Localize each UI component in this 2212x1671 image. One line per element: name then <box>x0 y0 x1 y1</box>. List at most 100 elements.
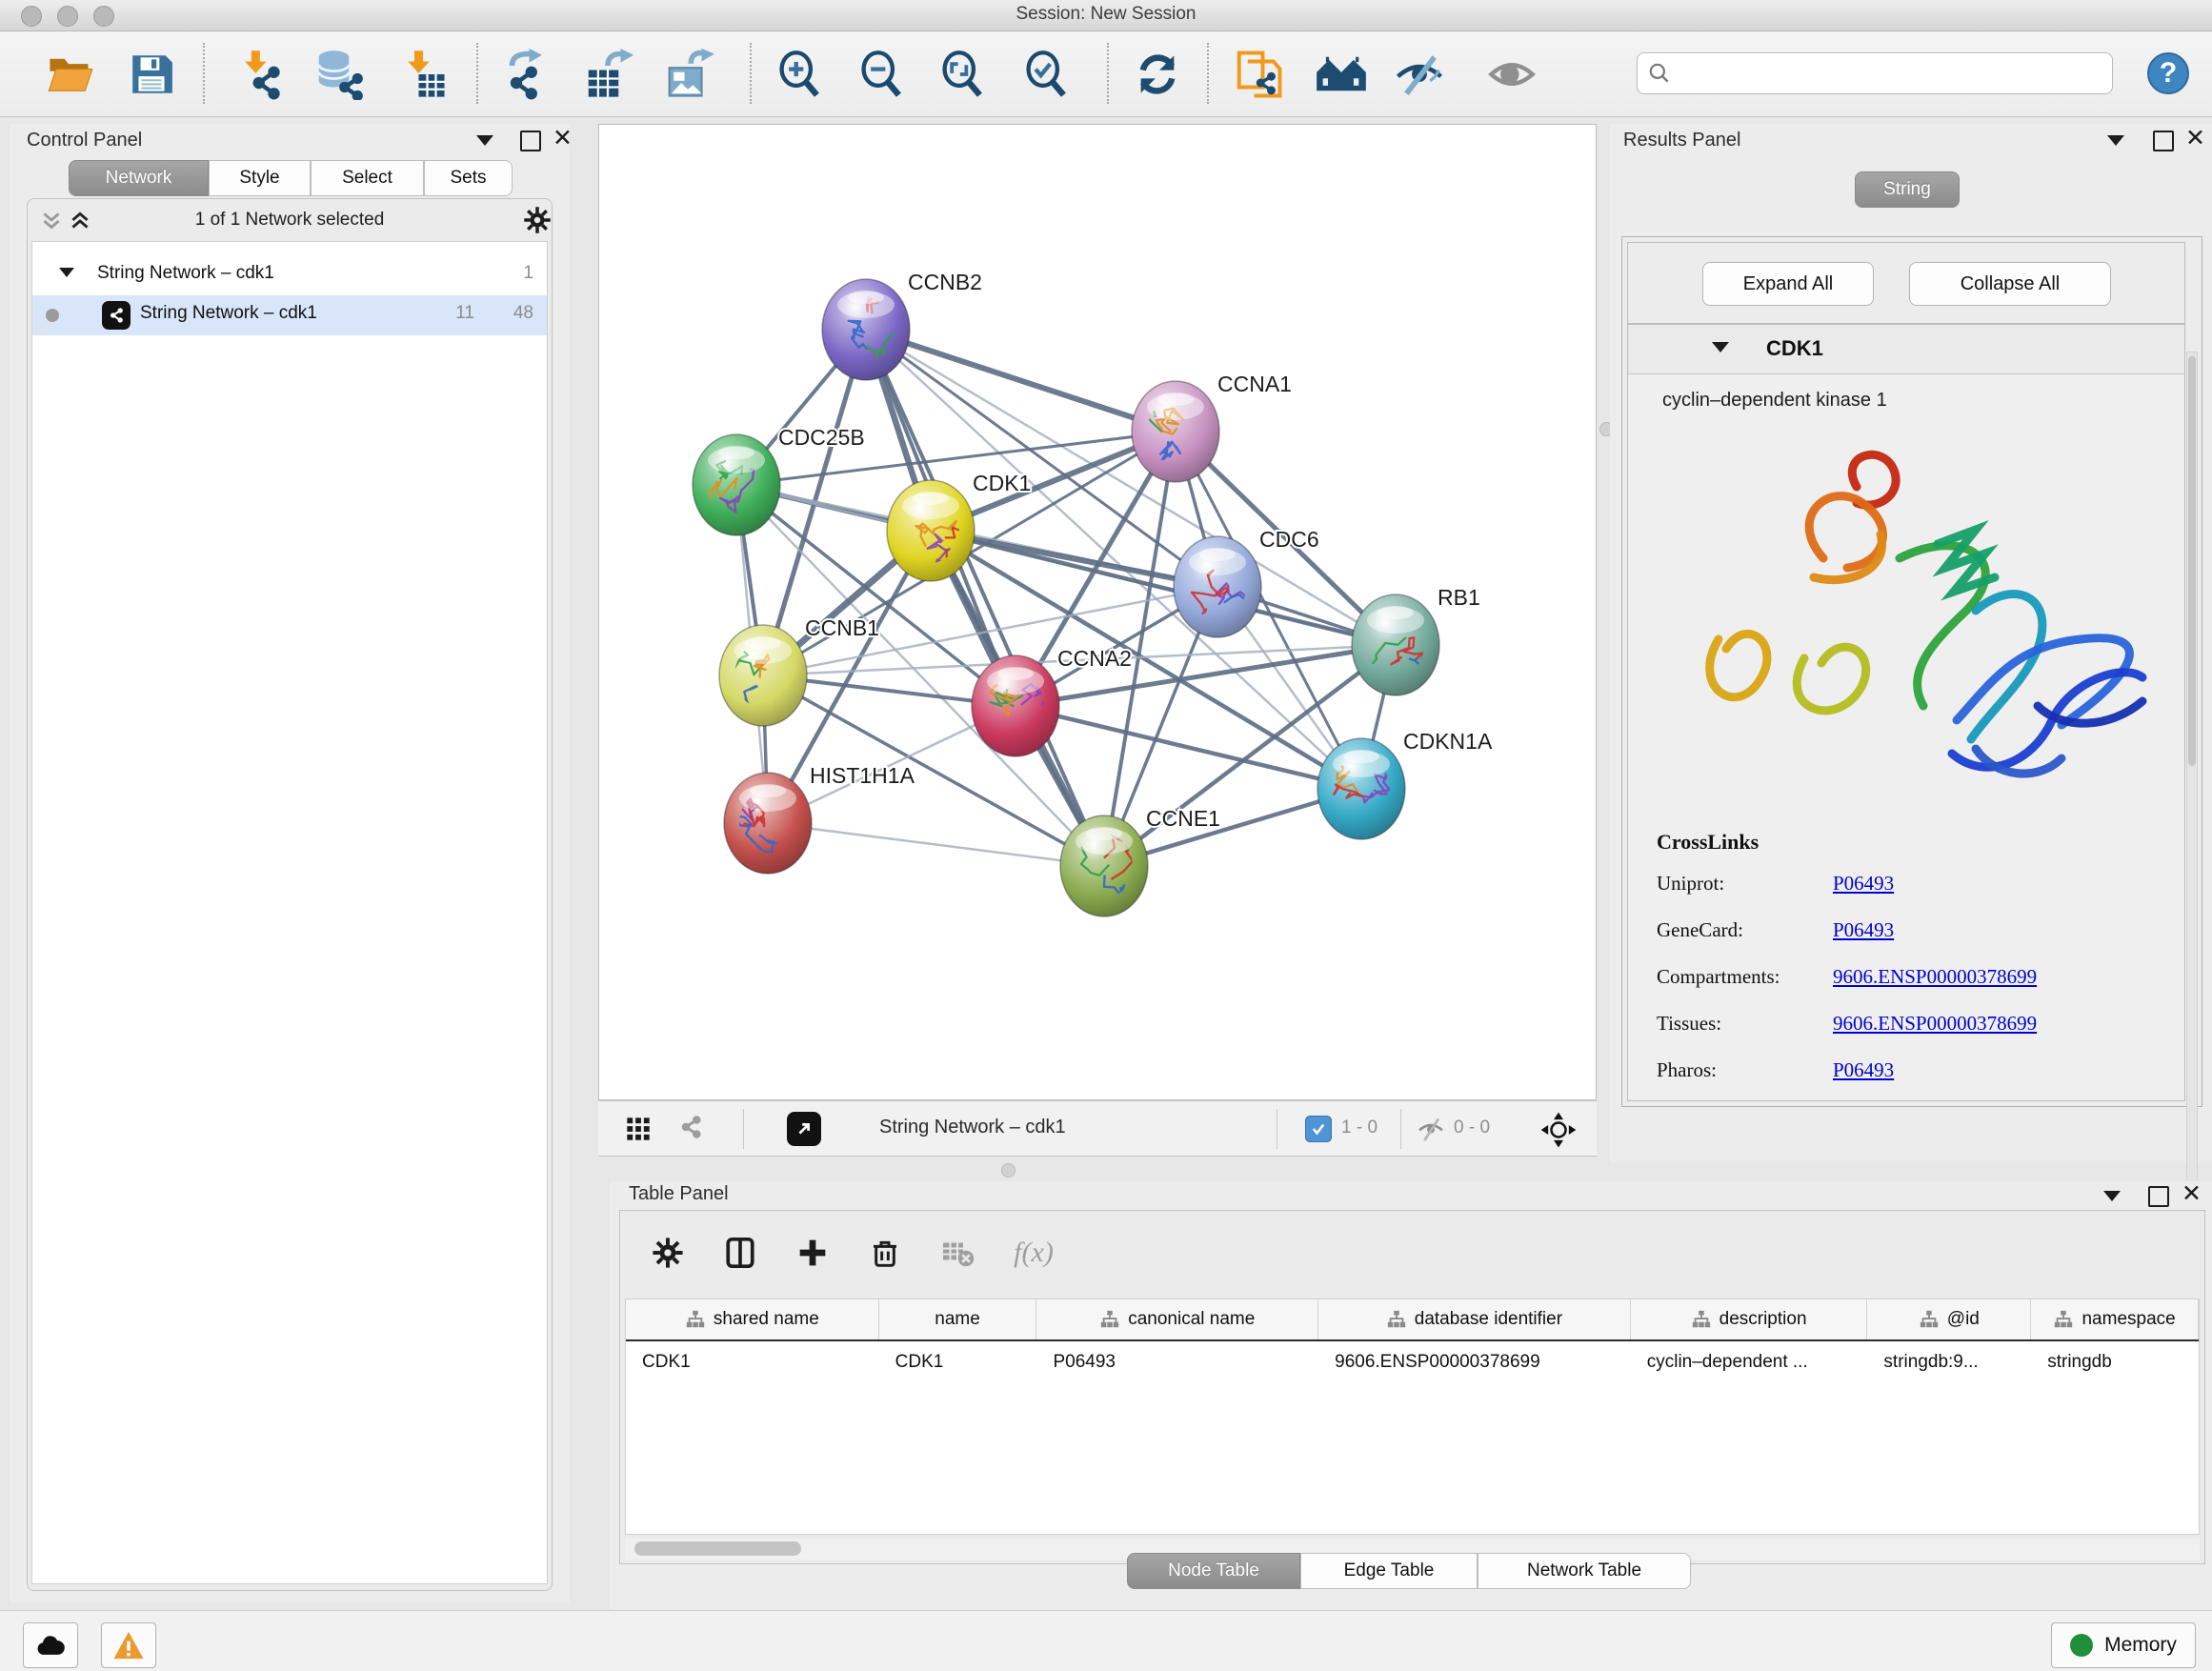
string-query-button[interactable] <box>1315 48 1368 101</box>
node-label[interactable]: RB1 <box>1438 585 1480 610</box>
table-options-button[interactable] <box>643 1228 693 1278</box>
scrollbar-thumb[interactable] <box>634 1541 801 1556</box>
cloud-button[interactable] <box>23 1622 78 1668</box>
panel-float-button[interactable] <box>2148 1186 2169 1207</box>
collapse-all-button[interactable]: Collapse All <box>1909 262 2111 306</box>
import-table-file-button[interactable] <box>396 48 450 101</box>
node-label[interactable]: CCNA1 <box>1217 372 1292 396</box>
selected-nodes-checkbox[interactable] <box>1305 1116 1332 1142</box>
export-network-button[interactable] <box>498 48 552 101</box>
column-header-shared-name[interactable]: shared name <box>626 1299 879 1339</box>
zoom-selected-button[interactable] <box>1019 48 1073 101</box>
save-session-button[interactable] <box>125 48 178 101</box>
network-row[interactable]: String Network – cdk1 11 48 <box>32 295 547 335</box>
tab-string[interactable]: String <box>1855 171 1960 208</box>
table-cell[interactable]: P06493 <box>1036 1341 1318 1383</box>
table-row[interactable]: CDK1CDK1P064939606.ENSP00000378699cyclin… <box>626 1341 2199 1383</box>
delete-column-button[interactable] <box>860 1228 910 1278</box>
scrollbar-thumb[interactable] <box>2188 356 2196 766</box>
refresh-layout-button[interactable] <box>1131 48 1184 101</box>
panel-close-button[interactable]: ✕ <box>553 130 573 147</box>
show-hide-details-button[interactable] <box>1393 48 1446 101</box>
compartments-link[interactable]: 9606.ENSP00000378699 <box>1833 965 2037 989</box>
network-view-mode-button[interactable] <box>676 1113 705 1146</box>
tab-sets[interactable]: Sets <box>424 160 513 196</box>
table-cell[interactable]: stringdb:9... <box>1867 1341 2031 1383</box>
node-label[interactable]: CDC25B <box>778 425 865 450</box>
tab-style[interactable]: Style <box>209 160 311 196</box>
zoom-in-button[interactable] <box>773 48 826 101</box>
pharos-link[interactable]: P06493 <box>1833 1058 1894 1082</box>
table-cell[interactable]: CDK1 <box>626 1341 879 1383</box>
protein-collapse-caret[interactable] <box>1712 342 1729 352</box>
horizontal-splitter-handle[interactable] <box>1001 1163 1016 1178</box>
table-cell[interactable]: CDK1 <box>879 1341 1037 1383</box>
node-label[interactable]: CCNB1 <box>805 615 879 640</box>
column-header-description[interactable]: description <box>1631 1299 1868 1339</box>
warning-icon <box>112 1629 145 1661</box>
tab-select[interactable]: Select <box>311 160 424 196</box>
export-table-button[interactable] <box>581 48 634 101</box>
node-label[interactable]: CCNB2 <box>908 270 982 294</box>
network-options-gear-icon[interactable] <box>523 206 552 234</box>
zoom-out-button[interactable] <box>855 48 908 101</box>
network-view-canvas[interactable]: CCNB2 CCNA1 CDC25B CDK1 CDC6 RB1 CCNB1 CCNA2 CDK… <box>598 124 1597 1100</box>
node-label[interactable]: CDK1 <box>973 471 1031 495</box>
memory-button[interactable]: Memory <box>2051 1622 2196 1668</box>
search-input[interactable] <box>1672 62 2102 85</box>
tab-network[interactable]: Network <box>69 160 209 196</box>
network-type-icon <box>102 301 131 330</box>
string-network-graph[interactable]: CCNB2 CCNA1 CDC25B CDK1 CDC6 RB1 CCNB1 CCNA2 CDK… <box>599 125 1596 1099</box>
panel-menu-caret[interactable] <box>2107 135 2124 146</box>
detach-view-button[interactable] <box>787 1112 821 1146</box>
warnings-button[interactable] <box>101 1622 156 1668</box>
network-collection-row[interactable]: String Network – cdk1 1 <box>32 255 547 295</box>
panel-close-button[interactable]: ✕ <box>2182 1185 2202 1202</box>
node-label[interactable]: HIST1H1A <box>810 763 915 788</box>
protein-header[interactable]: CDK1 <box>1628 325 2184 374</box>
tab-node-table[interactable]: Node Table <box>1127 1553 1300 1589</box>
tab-network-table[interactable]: Network Table <box>1478 1553 1691 1589</box>
panel-float-button[interactable] <box>520 131 541 151</box>
birdseye-view-button[interactable] <box>1539 1111 1578 1154</box>
export-image-button[interactable] <box>662 48 715 101</box>
node-label[interactable]: CDKN1A <box>1403 729 1493 754</box>
function-builder-button[interactable]: f(x) <box>1009 1228 1058 1278</box>
gear-icon <box>652 1237 684 1269</box>
tissues-link[interactable]: 9606.ENSP00000378699 <box>1833 1012 2037 1036</box>
table-cell[interactable]: cyclin–dependent ... <box>1631 1341 1868 1383</box>
node-label[interactable]: CCNA2 <box>1057 646 1132 671</box>
grid-mode-button[interactable] <box>625 1116 652 1147</box>
column-header-namespace[interactable]: namespace <box>2031 1299 2199 1339</box>
hidden-items-button[interactable] <box>1416 1114 1446 1149</box>
column-header-canonical-name[interactable]: canonical name <box>1036 1299 1318 1339</box>
panel-menu-caret[interactable] <box>476 135 493 146</box>
column-header--id[interactable]: @id <box>1867 1299 2031 1339</box>
show-hide-panel-button[interactable] <box>1485 48 1538 101</box>
open-session-button[interactable] <box>43 48 96 101</box>
help-button[interactable]: ? <box>2147 52 2189 94</box>
genecard-link[interactable]: P06493 <box>1833 918 1894 942</box>
column-header-database-identifier[interactable]: database identifier <box>1318 1299 1631 1339</box>
node-table[interactable]: shared namenamecanonical namedatabase id… <box>625 1299 2200 1535</box>
create-column-button[interactable] <box>788 1228 837 1278</box>
table-cell[interactable]: 9606.ENSP00000378699 <box>1318 1341 1631 1383</box>
tab-edge-table[interactable]: Edge Table <box>1300 1553 1478 1589</box>
import-network-file-button[interactable] <box>234 48 288 101</box>
delete-table-button[interactable] <box>933 1228 982 1278</box>
table-cell[interactable]: stringdb <box>2031 1341 2199 1383</box>
tree-expand-caret[interactable] <box>59 268 74 277</box>
node-label[interactable]: CCNE1 <box>1146 806 1220 831</box>
duplicate-network-button[interactable] <box>1232 48 1285 101</box>
panel-menu-caret[interactable] <box>2103 1191 2121 1201</box>
show-columns-button[interactable] <box>715 1228 765 1278</box>
expand-all-button[interactable]: Expand All <box>1702 262 1874 306</box>
panel-close-button[interactable]: ✕ <box>2185 130 2205 147</box>
node-label[interactable]: CDC6 <box>1259 527 1319 552</box>
import-network-database-button[interactable] <box>312 48 365 101</box>
results-scrollbar[interactable] <box>2186 352 2198 1217</box>
zoom-fit-button[interactable] <box>935 48 989 101</box>
uniprot-link[interactable]: P06493 <box>1833 872 1894 896</box>
panel-float-button[interactable] <box>2153 131 2174 151</box>
column-header-name[interactable]: name <box>879 1299 1037 1339</box>
